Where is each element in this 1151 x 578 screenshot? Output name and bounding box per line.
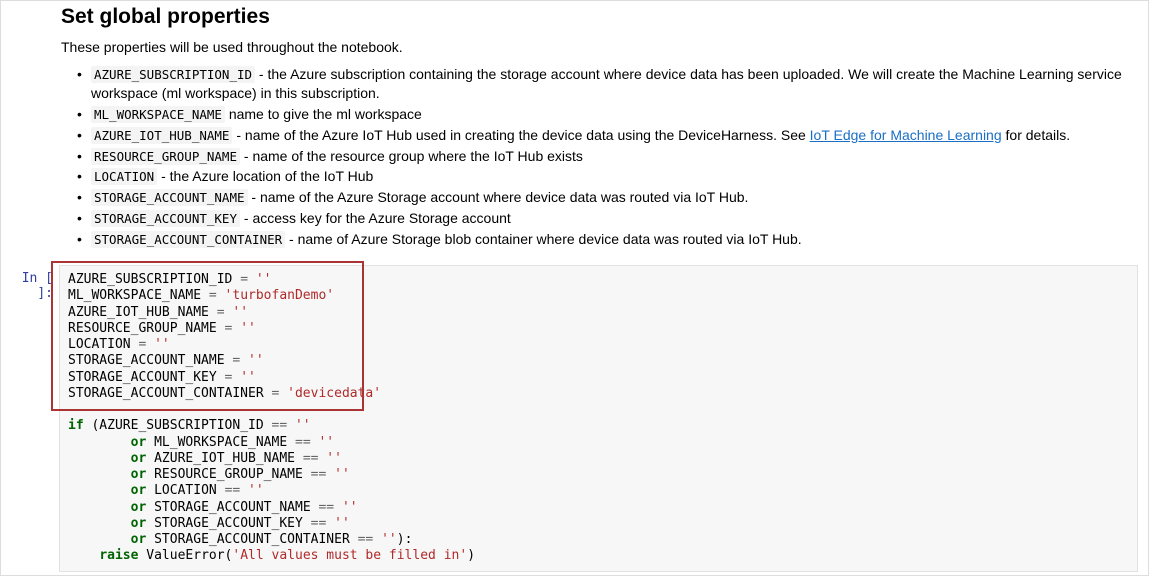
property-code: ML_WORKSPACE_NAME [91,106,225,123]
property-code: RESOURCE_GROUP_NAME [91,148,240,165]
list-item: AZURE_SUBSCRIPTION_ID - the Azure subscr… [91,65,1128,103]
code-input-area[interactable]: AZURE_SUBSCRIPTION_ID = '' ML_WORKSPACE_… [59,265,1138,572]
property-desc: name to give the ml workspace [225,106,422,122]
property-desc: - name of the Azure IoT Hub used in crea… [232,127,809,143]
property-desc: - the Azure location of the IoT Hub [157,168,373,184]
code-cell[interactable]: In [ ]: AZURE_SUBSCRIPTION_ID = '' ML_WO… [1,265,1148,572]
property-desc: - name of Azure Storage blob container w… [285,231,801,247]
property-code: AZURE_IOT_HUB_NAME [91,127,232,144]
property-list: AZURE_SUBSCRIPTION_ID - the Azure subscr… [61,65,1128,249]
section-heading: Set global properties [61,5,1128,29]
list-item: LOCATION - the Azure location of the IoT… [91,167,1128,186]
markdown-cell: Set global properties These properties w… [1,1,1148,249]
list-item: STORAGE_ACCOUNT_CONTAINER - name of Azur… [91,230,1128,249]
list-item: STORAGE_ACCOUNT_KEY - access key for the… [91,209,1128,228]
list-item: STORAGE_ACCOUNT_NAME - name of the Azure… [91,188,1128,207]
intro-paragraph: These properties will be used throughout… [61,39,1128,55]
input-prompt: In [ ]: [1,265,59,301]
list-item: ML_WORKSPACE_NAME name to give the ml wo… [91,105,1128,124]
property-code: STORAGE_ACCOUNT_CONTAINER [91,231,285,248]
property-code: STORAGE_ACCOUNT_NAME [91,189,248,206]
notebook-container: Set global properties These properties w… [0,0,1149,576]
list-item: AZURE_IOT_HUB_NAME - name of the Azure I… [91,126,1128,145]
property-desc: - name of the resource group where the I… [240,148,583,164]
property-code: AZURE_SUBSCRIPTION_ID [91,66,255,83]
property-desc-post: for details. [1002,127,1070,143]
doc-link[interactable]: IoT Edge for Machine Learning [810,127,1002,143]
property-desc: - name of the Azure Storage account wher… [248,189,749,205]
property-code: LOCATION [91,168,157,185]
list-item: RESOURCE_GROUP_NAME - name of the resour… [91,147,1128,166]
property-desc: - access key for the Azure Storage accou… [240,210,511,226]
property-code: STORAGE_ACCOUNT_KEY [91,210,240,227]
